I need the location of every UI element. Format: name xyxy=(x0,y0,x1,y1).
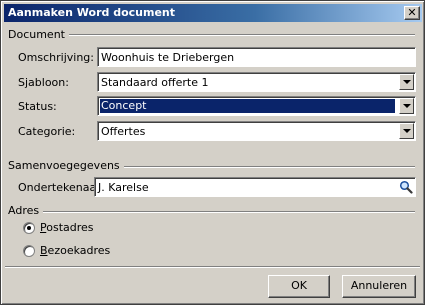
cancel-button[interactable]: Annuleren xyxy=(342,275,416,298)
omschrijving-label: Omschrijving: xyxy=(18,51,94,64)
samenvoeg-group-label: Samenvoegegevens xyxy=(8,159,124,172)
document-group-label: Document xyxy=(8,28,69,41)
samenvoeg-group-separator xyxy=(115,166,415,168)
title-bar[interactable]: Aanmaken Word document ✕ xyxy=(4,4,422,22)
omschrijving-field[interactable]: Woonhuis te Driebergen xyxy=(97,47,416,67)
accesskey: B xyxy=(40,244,48,257)
sjabloon-dropdown-button[interactable] xyxy=(399,74,414,90)
ondertekenaar-field[interactable]: J. Karelse xyxy=(94,177,416,197)
footer-separator xyxy=(5,266,420,268)
categorie-dropdown-button[interactable] xyxy=(399,123,414,139)
radio-bezoekadres[interactable]: Bezoekadres xyxy=(23,244,143,258)
radio-postadres-circle[interactable] xyxy=(23,222,35,234)
chevron-down-icon xyxy=(403,80,411,84)
categorie-value: Offertes xyxy=(101,125,146,138)
magnifier-icon xyxy=(399,180,413,194)
sjabloon-select[interactable]: Standaard offerte 1 xyxy=(97,72,416,92)
sjabloon-value: Standaard offerte 1 xyxy=(101,76,209,89)
categorie-select[interactable]: Offertes xyxy=(97,121,416,141)
chevron-down-icon xyxy=(403,104,411,108)
chevron-down-icon xyxy=(403,129,411,133)
label-rest: ostadres xyxy=(46,221,94,234)
close-icon: ✕ xyxy=(407,6,417,19)
radio-postadres-label: Postadres xyxy=(40,221,94,234)
radio-bezoekadres-circle[interactable] xyxy=(23,245,35,257)
status-value: Concept xyxy=(99,98,396,114)
window-title: Aanmaken Word document xyxy=(8,6,176,19)
omschrijving-value: Woonhuis te Driebergen xyxy=(101,51,235,64)
ondertekenaar-label: Ondertekenaar: xyxy=(18,181,105,194)
dialog-window: Aanmaken Word document ✕ Document Omschr… xyxy=(0,0,425,305)
status-label: Status: xyxy=(18,100,57,113)
status-dropdown-button[interactable] xyxy=(399,98,414,114)
label-rest: ezoekadres xyxy=(47,244,111,257)
adres-group-label: Adres xyxy=(8,204,44,217)
ondertekenaar-value: J. Karelse xyxy=(98,181,149,194)
close-button[interactable]: ✕ xyxy=(404,6,420,20)
radio-postadres[interactable]: Postadres xyxy=(23,221,143,235)
status-select[interactable]: Concept xyxy=(97,96,416,116)
radio-selected-dot xyxy=(27,226,31,230)
ok-button[interactable]: OK xyxy=(268,275,330,298)
ondertekenaar-lookup-button[interactable] xyxy=(398,179,414,195)
radio-bezoekadres-label: Bezoekadres xyxy=(40,244,110,257)
adres-group-separator xyxy=(41,211,415,213)
categorie-label: Categorie: xyxy=(18,125,76,138)
document-group-separator xyxy=(61,34,415,36)
sjabloon-label: Sjabloon: xyxy=(18,76,69,89)
